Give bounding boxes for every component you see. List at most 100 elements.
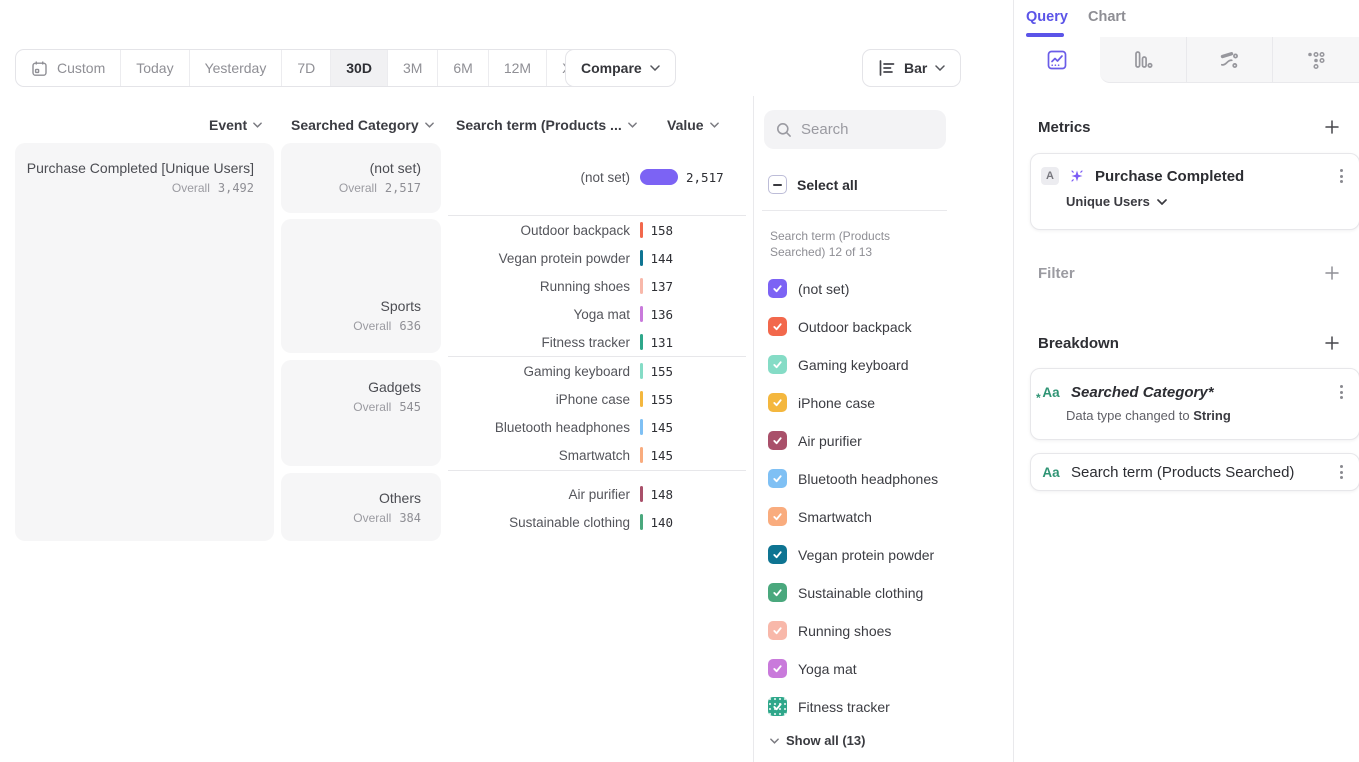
string-property-icon: Aa [1041,465,1061,480]
chart-row: Gaming keyboard 155 [448,362,748,380]
tab-chart[interactable]: Chart [1088,9,1126,25]
legend-item[interactable]: Air purifier [768,431,862,450]
range-30d[interactable]: 30D [331,50,388,86]
add-metric-button[interactable] [1324,119,1340,135]
term-value: 158 [651,223,674,238]
column-header-event[interactable]: Event [209,117,262,133]
bar[interactable] [640,278,643,294]
legend-item[interactable]: Yoga mat [768,659,857,678]
checkbox-checked[interactable] [768,545,787,564]
group-separator [448,356,746,357]
breakdown-card-search-term[interactable]: Aa Search term (Products Searched) [1030,453,1359,491]
compare-button[interactable]: Compare [565,49,676,87]
bar[interactable] [640,514,643,530]
checkbox-checked[interactable] [768,393,787,412]
legend-item[interactable]: Bluetooth headphones [768,469,938,488]
metric-card[interactable]: A Purchase Completed Unique Users [1030,153,1359,230]
chart-type-button[interactable]: Bar [862,49,961,87]
search-input[interactable] [801,121,934,138]
measure-selector[interactable]: Unique Users [1066,194,1359,209]
legend-divider [762,210,947,211]
term-label: Air purifier [448,487,640,502]
checkbox-checked[interactable] [768,697,787,716]
kebab-menu-icon[interactable] [1338,383,1345,401]
category-cell-sports[interactable]: Sports Overall636 [281,219,441,353]
add-breakdown-button[interactable] [1324,335,1340,351]
bar[interactable] [640,419,643,435]
range-7d[interactable]: 7D [282,50,331,86]
legend-item[interactable]: Sustainable clothing [768,583,923,602]
term-label: Bluetooth headphones [448,420,640,435]
chevron-down-icon [650,65,660,71]
checkbox-checked[interactable] [768,583,787,602]
event-title: Purchase Completed [Unique Users] [15,160,254,176]
show-all-button[interactable]: Show all (13) [770,733,865,748]
legend-item[interactable]: Outdoor backpack [768,317,912,336]
tab-flows[interactable] [1186,37,1273,83]
kebab-menu-icon[interactable] [1338,463,1345,481]
bar[interactable] [640,250,643,266]
bar[interactable] [640,363,643,379]
kebab-menu-icon[interactable] [1338,167,1345,185]
checkbox-checked[interactable] [768,317,787,336]
group-separator [448,215,746,216]
breakdown-section-title: Breakdown [1038,335,1119,352]
tab-insights[interactable] [1014,37,1100,83]
tab-retention[interactable] [1272,37,1359,83]
legend-item[interactable]: (not set) [768,279,849,298]
bar[interactable] [640,169,678,185]
indeterminate-dash-icon [773,184,782,186]
range-12m[interactable]: 12M [489,50,547,86]
category-cell-not-set[interactable]: (not set) Overall2,517 [281,143,441,213]
column-header-category[interactable]: Searched Category [291,117,434,133]
select-all[interactable]: Select all [768,175,858,194]
bar[interactable] [640,391,643,407]
range-6m[interactable]: 6M [438,50,488,86]
term-value: 155 [651,392,674,407]
select-all-checkbox[interactable] [768,175,787,194]
chart-row: Fitness tracker 131 [448,333,748,351]
category-cell-others[interactable]: Others Overall384 [281,473,441,541]
bar[interactable] [640,306,643,322]
report-type-tabs [1014,37,1359,83]
legend-item[interactable]: Smartwatch [768,507,872,526]
term-label: Outdoor backpack [448,223,640,238]
breakdown-name: Search term (Products Searched) [1071,464,1328,481]
bar[interactable] [640,222,643,238]
checkbox-checked[interactable] [768,355,787,374]
breakdown-card-searched-category[interactable]: Aa* Searched Category* Data type changed… [1030,368,1359,440]
active-tab-underline [1026,33,1064,37]
legend-item[interactable]: Gaming keyboard [768,355,909,374]
checkbox-checked[interactable] [768,431,787,450]
term-label: Running shoes [448,279,640,294]
add-filter-button[interactable] [1324,265,1340,281]
category-cell-gadgets[interactable]: Gadgets Overall545 [281,360,441,466]
legend-item[interactable]: iPhone case [768,393,875,412]
checkbox-checked[interactable] [768,279,787,298]
legend-item[interactable]: Fitness tracker [768,697,890,716]
range-custom[interactable]: Custom [16,50,121,86]
term-value: 2,517 [686,170,724,185]
bar[interactable] [640,486,643,502]
checkbox-checked[interactable] [768,469,787,488]
checkbox-checked[interactable] [768,507,787,526]
tab-funnels[interactable] [1100,37,1186,83]
metric-name: Purchase Completed [1095,168,1328,185]
legend-item[interactable]: Running shoes [768,621,891,640]
checkbox-checked[interactable] [768,659,787,678]
range-yesterday[interactable]: Yesterday [190,50,283,86]
query-panel: Query Chart Metrics A [1013,0,1359,762]
tab-query[interactable]: Query [1026,9,1068,25]
column-header-value[interactable]: Value [667,117,719,133]
event-cell[interactable]: Purchase Completed [Unique Users] Overal… [15,143,274,541]
range-today[interactable]: Today [121,50,189,86]
bar-chart-icon [878,60,896,76]
range-3m[interactable]: 3M [388,50,438,86]
bar[interactable] [640,447,643,463]
checkbox-checked[interactable] [768,621,787,640]
chevron-down-icon [935,65,945,71]
legend-item[interactable]: Vegan protein powder [768,545,934,564]
column-header-term[interactable]: Search term (Products ... [456,117,637,133]
bar[interactable] [640,334,643,350]
calendar-icon [31,60,48,77]
